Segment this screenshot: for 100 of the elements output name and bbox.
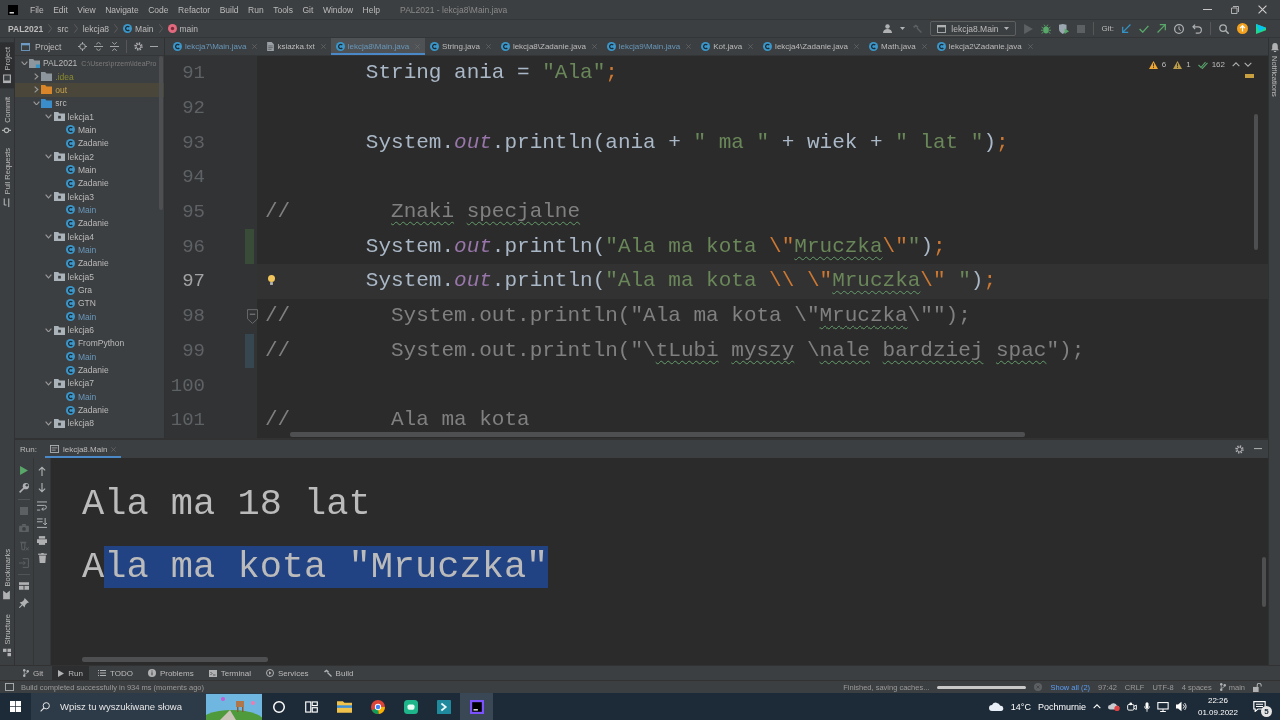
chevron-app-icon[interactable] bbox=[436, 699, 451, 714]
chevron-down-icon[interactable] bbox=[45, 274, 53, 279]
temperature[interactable]: 14°C bbox=[1010, 701, 1031, 712]
tree-item[interactable]: Zadanie bbox=[15, 176, 164, 190]
tree-item[interactable]: lekcja5 bbox=[15, 270, 164, 284]
menu-item[interactable]: Build bbox=[219, 4, 239, 15]
arrow-down-left-icon[interactable] bbox=[1122, 24, 1131, 33]
speaker-icon[interactable] bbox=[1175, 701, 1187, 712]
arrows-together-icon[interactable] bbox=[110, 42, 120, 51]
scrollbar-thumb[interactable] bbox=[290, 432, 1025, 437]
clock-date[interactable]: 01.09.2022 bbox=[1197, 706, 1238, 719]
wrap-arrow-icon[interactable] bbox=[37, 500, 47, 511]
tree-item[interactable]: Zadanie bbox=[15, 403, 164, 417]
logo-icon[interactable] bbox=[1256, 23, 1266, 34]
tree-item[interactable]: FromPython bbox=[15, 336, 164, 351]
menu-item[interactable]: Code bbox=[148, 4, 169, 15]
clock-time[interactable]: 22:26 bbox=[1207, 694, 1228, 707]
weather-text[interactable]: Pochmurnie bbox=[1037, 701, 1086, 712]
pin-icon[interactable] bbox=[19, 598, 29, 609]
play-icon[interactable] bbox=[20, 466, 28, 476]
minimize-icon[interactable] bbox=[1203, 8, 1212, 11]
tree-item[interactable]: lekcja2 bbox=[15, 149, 164, 164]
circle-icon[interactable] bbox=[272, 700, 285, 713]
microphone-icon[interactable] bbox=[1143, 701, 1150, 712]
speech-bubble-icon[interactable] bbox=[1253, 701, 1266, 712]
editor-tab[interactable]: ksiazka.txt bbox=[262, 38, 331, 55]
change-marker[interactable] bbox=[245, 333, 254, 369]
minus-icon[interactable] bbox=[150, 45, 159, 48]
tool-window-button[interactable]: TODO bbox=[91, 666, 139, 680]
browser-icon[interactable] bbox=[370, 699, 385, 714]
settings-icon[interactable] bbox=[1235, 444, 1244, 454]
warning-count[interactable]: 6 bbox=[1161, 60, 1167, 69]
editor-tab[interactable]: Math.java bbox=[864, 38, 932, 55]
menu-item[interactable]: Run bbox=[248, 4, 264, 15]
square-icon[interactable] bbox=[5, 683, 14, 691]
scrollbar-thumb[interactable] bbox=[1262, 557, 1266, 607]
tree-item[interactable]: Main bbox=[15, 203, 164, 217]
tree-item[interactable]: Main bbox=[15, 243, 164, 257]
menu-item[interactable]: Window bbox=[322, 4, 354, 15]
tree-item[interactable]: Main bbox=[15, 163, 164, 177]
arrow-up-icon[interactable] bbox=[38, 465, 46, 476]
editor-tab[interactable]: lekcja2\Zadanie.java bbox=[931, 38, 1038, 55]
caret-down-icon[interactable] bbox=[900, 27, 906, 30]
menu-item[interactable]: Refactor bbox=[178, 4, 211, 15]
tree-item[interactable]: lekcja6 bbox=[15, 323, 164, 337]
tool-window-button[interactable]: Terminal bbox=[202, 666, 257, 680]
tree-item[interactable]: Zadanie bbox=[15, 363, 164, 377]
ide-icon[interactable] bbox=[469, 699, 484, 714]
chevron-down-icon[interactable] bbox=[20, 60, 28, 66]
tree-item[interactable]: Gra bbox=[15, 283, 164, 297]
tree-item[interactable]: Main bbox=[15, 390, 164, 404]
tree-item[interactable]: src bbox=[15, 96, 164, 110]
chevron-down-icon[interactable] bbox=[45, 327, 53, 333]
tool-window-button[interactable]: Services bbox=[259, 666, 315, 680]
user-icon[interactable] bbox=[883, 24, 893, 33]
tree-item[interactable]: Zadanie bbox=[15, 136, 164, 150]
fold-marker-icon[interactable] bbox=[247, 308, 258, 324]
tool-window-button[interactable]: Git bbox=[17, 666, 50, 680]
arrow-down-icon[interactable] bbox=[38, 483, 46, 494]
run-configuration-dropdown[interactable]: lekcja8.Main bbox=[930, 21, 1016, 36]
layout-icon[interactable] bbox=[19, 581, 29, 590]
chevron-down-icon[interactable] bbox=[45, 154, 53, 159]
shield-play-icon[interactable] bbox=[1058, 23, 1069, 34]
breadcrumb-item[interactable]: lekcja8 bbox=[82, 23, 110, 34]
video-camera-icon[interactable] bbox=[1126, 701, 1137, 712]
tree-item[interactable]: out bbox=[15, 83, 164, 97]
chevron-down-icon[interactable] bbox=[1244, 62, 1252, 67]
chevron-right-icon[interactable] bbox=[34, 86, 39, 94]
tree-item[interactable]: lekcja3 bbox=[15, 189, 164, 204]
check-icon[interactable] bbox=[1139, 24, 1149, 33]
menu-item[interactable]: Navigate bbox=[105, 4, 139, 15]
menu-item[interactable]: View bbox=[77, 4, 96, 15]
menu-item[interactable]: Tools bbox=[273, 4, 293, 15]
unlock-icon[interactable] bbox=[1253, 682, 1262, 692]
breadcrumb-item[interactable]: main bbox=[167, 23, 198, 34]
tree-item[interactable]: Main bbox=[15, 310, 164, 324]
chevron-down-icon[interactable] bbox=[45, 381, 53, 386]
breadcrumb-item[interactable]: Main bbox=[123, 23, 154, 34]
minus-icon[interactable] bbox=[1254, 448, 1262, 450]
project-view-selector[interactable]: Project bbox=[21, 41, 62, 52]
chevron-down-icon[interactable] bbox=[45, 194, 53, 199]
editor-tab[interactable]: lekcja9\Main.java bbox=[601, 38, 697, 55]
undo-icon[interactable] bbox=[1192, 23, 1202, 34]
tool-window-button[interactable]: Problems bbox=[141, 666, 200, 680]
tree-item[interactable]: Main bbox=[15, 350, 164, 364]
tree-item[interactable]: lekcja8 bbox=[15, 416, 164, 431]
editor-tab[interactable]: lekcja7\Main.java bbox=[168, 38, 263, 55]
chevron-down-icon[interactable] bbox=[45, 114, 53, 119]
bug-icon[interactable] bbox=[1040, 23, 1051, 34]
tree-item[interactable]: lekcja4 bbox=[15, 229, 164, 244]
editor-tab[interactable]: Kot.java bbox=[696, 38, 759, 55]
tree-item[interactable]: Main bbox=[15, 123, 164, 137]
arrow-up-right-icon[interactable] bbox=[1157, 24, 1166, 33]
cloud-badge-icon[interactable] bbox=[1107, 702, 1120, 711]
tool-window-button[interactable]: Run bbox=[52, 666, 89, 680]
chevron-down-icon[interactable] bbox=[45, 234, 53, 239]
arrows-apart-icon[interactable] bbox=[94, 42, 104, 51]
chevron-down-icon[interactable] bbox=[32, 100, 40, 106]
lines-arrow-down-icon[interactable] bbox=[37, 518, 47, 529]
breadcrumb-item[interactable]: src bbox=[57, 23, 69, 34]
